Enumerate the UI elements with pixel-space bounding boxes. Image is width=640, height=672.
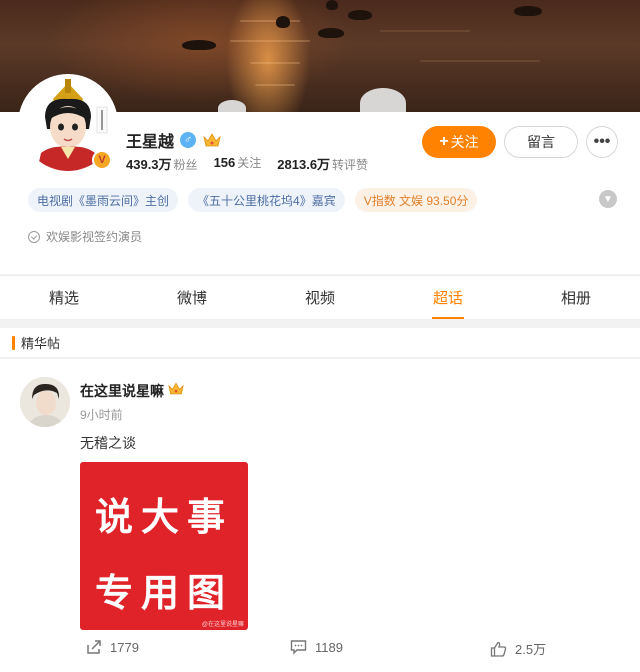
profile-tabs: 精选 微博 视频 超话 相册	[0, 275, 640, 319]
followers-label: 粉丝	[173, 158, 198, 172]
tag-variety-show[interactable]: 《五十公里桃花坞4》嘉宾	[188, 188, 345, 212]
crown-icon	[202, 132, 222, 148]
featured-post: 在这里说星嘛 9小时前 无稽之谈 说大事 专用图 @在这里说星嘛 1779 11…	[0, 359, 640, 672]
more-icon[interactable]: •••	[586, 126, 618, 158]
post-author-name[interactable]: 在这里说星嘛	[80, 381, 164, 401]
tab-featured[interactable]: 精选	[0, 276, 128, 319]
post-text: 无稽之谈	[80, 435, 136, 451]
post-image-line2: 专用图	[94, 571, 233, 615]
following-label: 关注	[237, 156, 262, 170]
section-accent-bar	[12, 335, 15, 350]
post-image-line1: 说大事	[94, 495, 233, 539]
post-image[interactable]: 说大事 专用图 @在这里说星嘛	[80, 462, 248, 630]
profile-card: V 王星越 ♂ 439.3万 粉丝 156 关注 2813.6万 转评赞 + 关注 留…	[0, 74, 640, 274]
profile-name: 王星越	[126, 134, 175, 151]
tab-supertopic[interactable]: 超话	[384, 276, 512, 319]
tab-weibo[interactable]: 微博	[128, 276, 256, 319]
share-icon	[86, 639, 102, 655]
tab-video[interactable]: 视频	[256, 276, 384, 319]
tag-v-index[interactable]: V指数 文娱 93.50分	[354, 188, 478, 212]
tag-drama[interactable]: 电视剧《墨雨云间》主创	[28, 188, 179, 212]
section-header: 精华帖	[0, 328, 640, 358]
followers-count: 439.3万	[126, 157, 172, 172]
following-stat[interactable]: 156 关注	[214, 154, 262, 173]
interactions-label: 转评赞	[332, 158, 369, 172]
gender-male-icon: ♂	[180, 132, 197, 148]
message-button[interactable]: 留言	[504, 126, 578, 158]
sign-check-icon	[28, 230, 40, 243]
like-count: 2.5万	[515, 642, 547, 657]
post-author-row: 在这里说星嘛	[80, 381, 184, 401]
interactions-stat: 2813.6万 转评赞	[277, 154, 368, 173]
post-timestamp[interactable]: 9小时前	[80, 406, 123, 423]
signing-info: 欢娱影视签约演员	[28, 228, 142, 245]
post-author-avatar[interactable]	[20, 377, 70, 427]
name-row: 王星越 ♂	[126, 128, 222, 152]
following-count: 156	[213, 155, 236, 170]
comment-action[interactable]: 1189	[290, 639, 343, 655]
comment-count: 1189	[315, 639, 343, 655]
comment-icon	[290, 639, 307, 655]
profile-stats: 439.3万 粉丝 156 关注 2813.6万 转评赞	[126, 154, 368, 173]
followers-stat[interactable]: 439.3万 粉丝	[126, 154, 198, 173]
repost-count: 1779	[110, 639, 139, 655]
like-action[interactable]: 2.5万	[490, 639, 546, 658]
verified-badge-icon: V	[92, 150, 112, 170]
plus-icon: +	[439, 133, 449, 150]
like-icon	[490, 641, 507, 657]
crown-icon	[168, 382, 184, 400]
signing-text: 欢娱影视签约演员	[46, 230, 143, 244]
post-actions: 1779 1189 2.5万	[0, 639, 640, 661]
follow-button-label: 关注	[450, 134, 479, 150]
section-title: 精华帖	[21, 336, 61, 351]
repost-action[interactable]: 1779	[86, 639, 139, 655]
follow-button[interactable]: + 关注	[422, 126, 496, 158]
expand-chevron-icon[interactable]: ▼	[599, 190, 617, 208]
profile-tags: 电视剧《墨雨云间》主创 《五十公里桃花坞4》嘉宾 V指数 文娱 93.50分	[28, 188, 478, 212]
post-image-watermark: @在这里说星嘛	[201, 622, 244, 628]
tab-album[interactable]: 相册	[512, 276, 640, 319]
interactions-count: 2813.6万	[277, 157, 331, 172]
